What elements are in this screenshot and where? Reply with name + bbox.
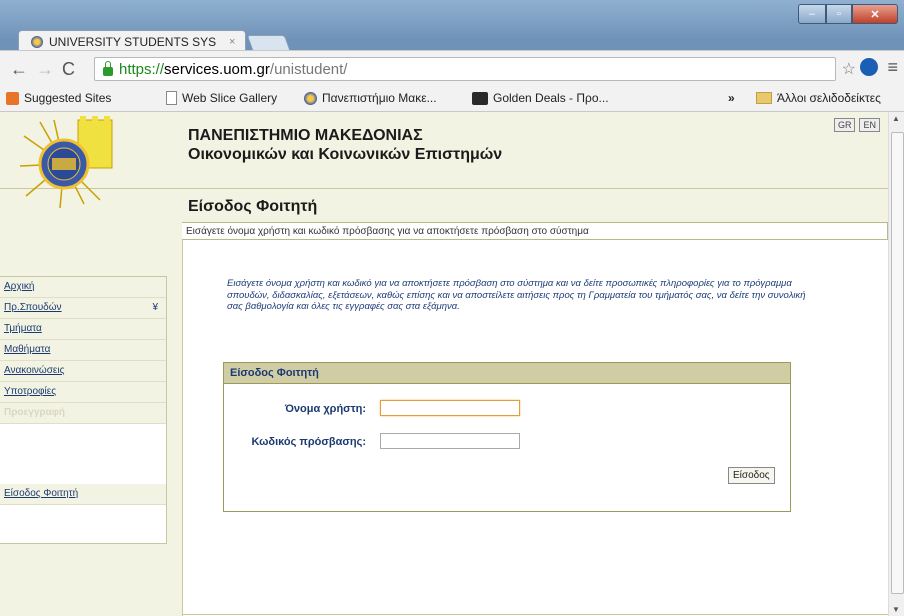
menu-icon[interactable]: ≡ — [887, 57, 898, 78]
suggested-sites-icon — [6, 91, 19, 105]
extension-icon[interactable] — [860, 58, 878, 76]
university-name: ΠΑΝΕΠΙΣΤΗΜΙΟ ΜΑΚΕΔΟΝΙΑΣ Οικονομικών και … — [188, 126, 502, 164]
sidebar-item-label: Προεγγραφή — [4, 407, 65, 418]
scroll-up-icon[interactable]: ▲ — [892, 114, 900, 123]
sidebar-item-scholarships[interactable]: Υποτροφίες — [0, 382, 166, 403]
bookmark-star-icon[interactable]: ☆ — [842, 59, 856, 79]
sidebar-item-courses[interactable]: Μαθήματα — [0, 340, 166, 361]
bookmark-golden-deals[interactable]: Golden Deals - Προ... — [472, 91, 609, 105]
folder-icon — [756, 92, 772, 104]
page-title: Είσοδος Φοιτητή — [188, 198, 318, 215]
intro-text: Εισάγετε όνομα χρήστη και κωδικό για να … — [227, 278, 806, 312]
page-icon — [166, 91, 177, 105]
tab-title: UNIVERSITY STUDENTS SYS — [49, 35, 217, 49]
close-window-button[interactable]: ✕ — [852, 4, 898, 24]
sidebar-item-label: Υποτροφίες — [4, 386, 57, 397]
address-bar[interactable]: https:// services.uom.gr /unistudent/ — [94, 57, 836, 81]
uom-favicon-icon — [31, 36, 43, 48]
scroll-down-icon[interactable]: ▼ — [892, 605, 900, 614]
site-header: ΠΑΝΕΠΙΣΤΗΜΙΟ ΜΑΚΕΔΟΝΙΑΣ Οικονομικών και … — [0, 112, 888, 208]
login-form: Είσοδος Φοιτητή Όνομα χρήστη: Κωδικός πρ… — [223, 362, 791, 512]
expand-arrows-icon[interactable]: ¥ — [152, 298, 158, 318]
tab-close-icon[interactable]: × — [229, 36, 245, 48]
sidebar-item-label: Τμήματα — [4, 323, 42, 334]
bookmark-web-slice-gallery[interactable]: Web Slice Gallery — [166, 91, 277, 105]
username-input[interactable] — [380, 400, 520, 416]
sidebar-item-announcements[interactable]: Ανακοινώσεις — [0, 361, 166, 382]
sidebar-item-home[interactable]: Αρχική — [0, 277, 166, 298]
bookmark-label: Suggested Sites — [24, 91, 112, 105]
sidebar-item-label: Μαθήματα — [4, 344, 51, 355]
password-label: Κωδικός πρόσβασης: — [251, 436, 366, 448]
reload-icon[interactable]: C — [62, 59, 75, 80]
bookmark-uom[interactable]: Πανεπιστήμιο Μακε... — [304, 91, 437, 105]
instruction-bar: Εισάγετε όνομα χρήστη και κωδικό πρόσβασ… — [182, 222, 888, 240]
sidebar-item-label: Ανακοινώσεις — [4, 365, 65, 376]
uom-favicon-icon — [304, 91, 317, 105]
other-bookmarks[interactable]: Άλλοι σελιδοδείκτες — [756, 91, 881, 105]
sidebar-item-study-programs[interactable]: Πρ.Σπουδών ¥ — [0, 298, 166, 319]
sidebar-spacer — [0, 424, 166, 484]
scrollbar-thumb[interactable] — [891, 132, 904, 594]
sidebar-item-preregistration: Προεγγραφή — [0, 403, 166, 424]
language-switcher: GR EN — [833, 118, 880, 132]
university-logo-icon — [19, 116, 113, 208]
browser-toolbar: ← → C https:// services.uom.gr /unistude… — [0, 50, 904, 87]
url-path: /unistudent/ — [269, 60, 348, 78]
url-host: services.uom.gr — [164, 60, 270, 78]
minimize-button[interactable]: – — [798, 4, 826, 24]
back-icon[interactable]: ← — [10, 59, 28, 80]
sidebar-item-student-login[interactable]: Είσοδος Φοιτητή — [0, 484, 166, 505]
sidebar-item-label: Αρχική — [4, 281, 35, 292]
main-content: Εισάγετε όνομα χρήστη και κωδικό για να … — [182, 240, 888, 616]
bookmark-suggested-sites[interactable]: Suggested Sites — [6, 91, 111, 105]
password-input[interactable] — [380, 433, 520, 449]
window-controls: – ▫ ✕ — [798, 4, 898, 24]
sidebar-item-label: Είσοδος Φοιτητή — [4, 488, 79, 499]
vertical-scrollbar[interactable]: ▲ ▼ — [888, 112, 904, 616]
page-viewport: ΠΑΝΕΠΙΣΤΗΜΙΟ ΜΑΚΕΔΟΝΙΑΣ Οικονομικών και … — [0, 112, 888, 616]
tab-strip: UNIVERSITY STUDENTS SYS × — [0, 26, 904, 53]
lock-icon — [103, 60, 113, 76]
bookmark-label: Web Slice Gallery — [182, 91, 278, 105]
url-scheme: https:// — [119, 60, 165, 78]
golden-deals-icon — [472, 91, 488, 105]
sidebar-item-departments[interactable]: Τμήματα — [0, 319, 166, 340]
lang-en-button[interactable]: EN — [859, 118, 880, 132]
university-name-line1: ΠΑΝΕΠΙΣΤΗΜΙΟ ΜΑΚΕΔΟΝΙΑΣ — [188, 127, 423, 144]
sidebar-item-label: Πρ.Σπουδών — [4, 302, 62, 313]
bookmark-label: Golden Deals - Προ... — [493, 91, 609, 105]
sidebar-nav: Αρχική Πρ.Σπουδών ¥ Τμήματα Μαθήματα Ανακ… — [0, 276, 167, 544]
lang-gr-button[interactable]: GR — [833, 118, 856, 132]
username-label: Όνομα χρήστη: — [284, 403, 366, 415]
footer-divider — [182, 614, 888, 615]
maximize-button[interactable]: ▫ — [826, 4, 852, 24]
university-name-line2: Οικονομικών και Κοινωνικών Επιστημών — [188, 146, 503, 163]
bookmarks-bar: Suggested Sites Web Slice Gallery Πανεπι… — [0, 87, 904, 112]
bookmark-label: Πανεπιστήμιο Μακε... — [322, 91, 437, 105]
login-form-header: Είσοδος Φοιτητή — [224, 363, 790, 384]
other-bookmarks-label: Άλλοι σελιδοδείκτες — [777, 91, 881, 105]
forward-icon[interactable]: → — [36, 59, 54, 80]
login-submit-button[interactable]: Είσοδος — [728, 467, 775, 484]
more-bookmarks-button[interactable]: » — [728, 91, 735, 105]
